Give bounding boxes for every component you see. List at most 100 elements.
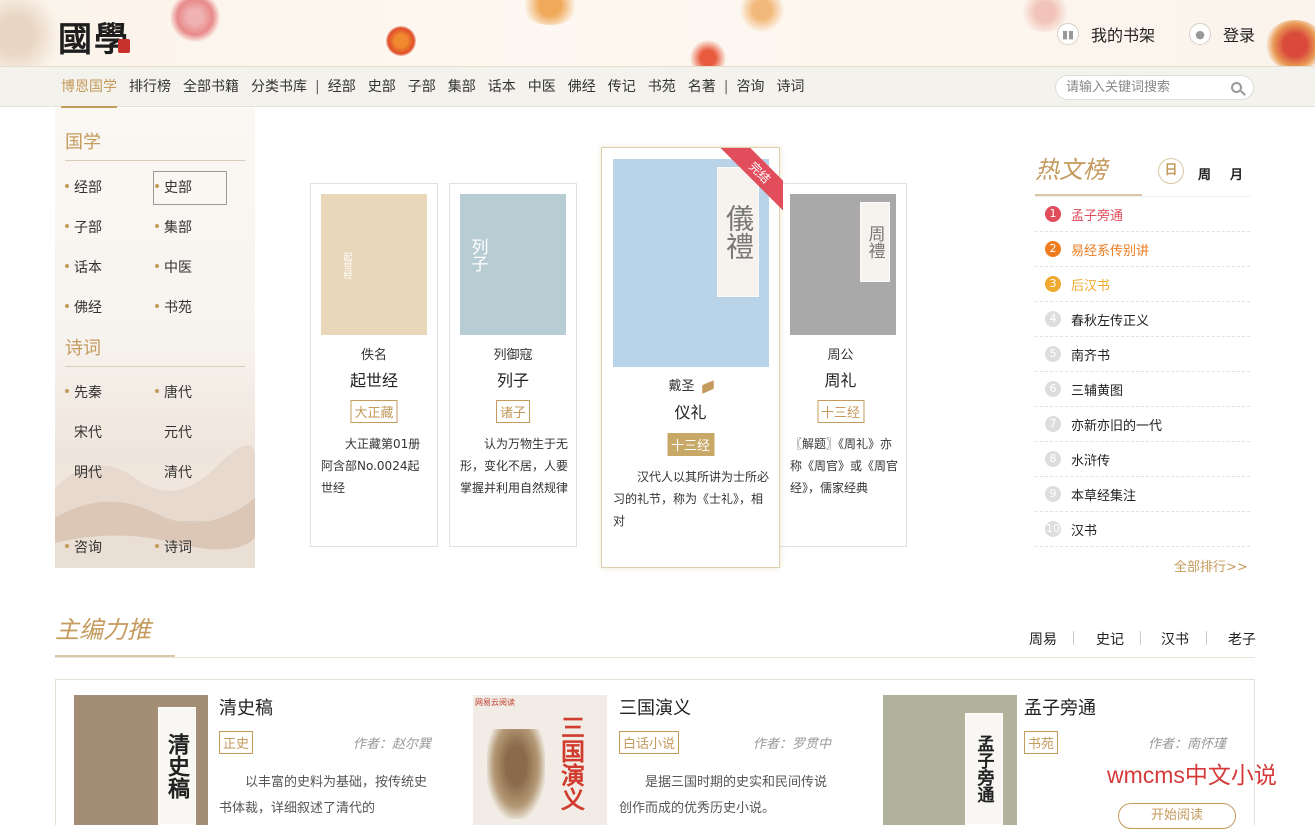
pick-title[interactable]: 清史稿	[219, 694, 273, 720]
sidebar-item-mingdai[interactable]: 明代	[74, 462, 102, 482]
tab-hanshu[interactable]: 汉书	[1161, 629, 1189, 649]
sidebar-item-zixun[interactable]: 咨询	[65, 537, 102, 557]
sidebar-item-shuyuan[interactable]: 书苑	[155, 297, 192, 317]
nav-item-jingbu[interactable]: 经部	[328, 76, 356, 98]
tab-separator	[1073, 631, 1074, 645]
rank-item[interactable]: 7 亦新亦旧的一代	[1035, 407, 1250, 442]
sidebar-title-guoxue: 国学	[65, 132, 101, 153]
divider	[65, 366, 245, 367]
nav-item-zhongyi[interactable]: 中医	[528, 76, 556, 98]
rank-title[interactable]: 春秋左传正义	[1071, 310, 1149, 329]
rank-title[interactable]: 南齐书	[1071, 345, 1110, 364]
pick-title[interactable]: 三国演义	[619, 694, 691, 720]
search-input[interactable]	[1066, 79, 1226, 94]
rank-item[interactable]: 5 南齐书	[1035, 337, 1250, 372]
rank-number-badge: 9	[1045, 486, 1061, 502]
rank-item[interactable]: 10 汉书	[1035, 512, 1250, 547]
sidebar-item-jibu[interactable]: 集部	[155, 217, 192, 237]
sidebar-item-label: 唐代	[164, 385, 192, 401]
nav-item-category[interactable]: 分类书库	[251, 76, 307, 98]
sidebar-item-tangdai[interactable]: 唐代	[155, 382, 192, 402]
rank-title[interactable]: 孟子旁通	[1071, 205, 1123, 224]
title-underline	[55, 655, 175, 657]
rank-title[interactable]: 后汉书	[1071, 275, 1110, 294]
rank-title[interactable]: 汉书	[1071, 520, 1097, 539]
bullet-icon	[65, 224, 69, 228]
rank-item[interactable]: 9 本草经集注	[1035, 477, 1250, 512]
sidebar-item-zhongyi[interactable]: 中医	[155, 257, 192, 277]
rank-item[interactable]: 4 春秋左传正义	[1035, 302, 1250, 337]
tab-month[interactable]: 月	[1230, 164, 1243, 183]
login-link[interactable]: ● 登录	[1189, 22, 1255, 46]
featured-book-card-active[interactable]: 儀禮 完结 戴圣 仪礼 十三经 汉代人以其所讲为士所必习的礼节，称为《士礼》，相…	[601, 147, 783, 568]
rank-item[interactable]: 1 孟子旁通	[1035, 197, 1250, 232]
sidebar-item-qingdai[interactable]: 清代	[164, 462, 192, 482]
sidebar-item-huaben[interactable]: 话本	[65, 257, 102, 277]
pick-cover[interactable]: 网易云阅读 三国演义	[473, 695, 607, 825]
featured-book-card[interactable]: 起世经 佚名 起世经 大正藏 大正藏第01册阿含部No.0024起世经	[310, 183, 438, 547]
featured-book-card[interactable]: 周禮 周公 周礼 十三经 〖解题〗《周礼》亦称《周官》或《周官经》，儒家经典	[778, 183, 907, 547]
pick-cover[interactable]: 孟子旁通	[883, 695, 1017, 825]
sidebar-item-yuandai[interactable]: 元代	[164, 422, 192, 442]
rank-number-badge: 8	[1045, 451, 1061, 467]
bullet-icon	[155, 304, 159, 308]
book-tag[interactable]: 十三经	[816, 400, 865, 423]
pick-cover[interactable]: 清史稿	[74, 695, 208, 825]
search-icon[interactable]	[1231, 82, 1242, 93]
tab-separator	[1140, 631, 1141, 645]
sidebar-item-xianqin[interactable]: 先秦	[65, 382, 102, 402]
book-title[interactable]: 起世经	[311, 367, 437, 391]
sidebar-item-songdai[interactable]: 宋代	[74, 422, 102, 442]
tab-zhouyi[interactable]: 周易	[1029, 629, 1057, 649]
rank-item[interactable]: 8 水浒传	[1035, 442, 1250, 477]
sidebar-item-jingbu[interactable]: 经部	[65, 177, 102, 197]
rank-item[interactable]: 6 三辅黄图	[1035, 372, 1250, 407]
rank-item[interactable]: 3 后汉书	[1035, 267, 1250, 302]
pick-title[interactable]: 孟子旁通	[1024, 694, 1096, 720]
nav-item-mingzhu[interactable]: 名著	[688, 76, 716, 98]
nav-item-shuyuan[interactable]: 书苑	[648, 76, 676, 98]
bookshelf-link[interactable]: ▮▮ 我的书架	[1057, 22, 1155, 46]
nav-item-zixun[interactable]: 咨询	[736, 76, 764, 98]
nav-item-zibu[interactable]: 子部	[408, 76, 436, 98]
book-tag[interactable]: 诸子	[495, 400, 531, 423]
sidebar-item-shici[interactable]: 诗词	[155, 537, 192, 557]
book-title[interactable]: 仪礼	[602, 399, 779, 423]
pick-tag[interactable]: 白话小说	[619, 731, 680, 754]
tab-week[interactable]: 周	[1198, 164, 1211, 183]
book-tag[interactable]: 大正藏	[350, 400, 398, 423]
nav-item-all-books[interactable]: 全部书籍	[183, 76, 239, 98]
book-title[interactable]: 周礼	[777, 367, 904, 391]
site-logo[interactable]: 國學	[58, 12, 130, 61]
nav-item-home[interactable]: 博恩国学	[61, 76, 117, 108]
all-ranking-link[interactable]: 全部排行>>	[1174, 556, 1248, 575]
nav-item-zhuanji[interactable]: 传记	[608, 76, 636, 98]
tab-shiji[interactable]: 史记	[1096, 629, 1124, 649]
nav-item-shibu[interactable]: 史部	[368, 76, 396, 98]
rank-title[interactable]: 三辅黄图	[1071, 380, 1123, 399]
sidebar-item-zibu[interactable]: 子部	[65, 217, 102, 237]
pick-tag[interactable]: 书苑	[1024, 731, 1059, 754]
tab-day[interactable]: 日	[1158, 158, 1184, 184]
nav-item-ranking[interactable]: 排行榜	[129, 76, 171, 98]
book-tag[interactable]: 十三经	[666, 433, 715, 456]
featured-book-card[interactable]: 列子 列御寇 列子 诸子 认为万物生于无形，变化不居，人要掌握并利用自然规律	[449, 183, 577, 547]
nav-item-huaben[interactable]: 话本	[488, 76, 516, 98]
sidebar-item-shibu[interactable]: 史部	[155, 177, 192, 197]
nav-item-shici[interactable]: 诗词	[776, 76, 804, 98]
rank-title[interactable]: 本草经集注	[1071, 485, 1136, 504]
rank-title[interactable]: 水浒传	[1071, 450, 1110, 469]
divider	[55, 657, 1255, 658]
nav-item-jibu[interactable]: 集部	[448, 76, 476, 98]
rank-title[interactable]: 亦新亦旧的一代	[1071, 415, 1162, 434]
sidebar-item-fojing[interactable]: 佛经	[65, 297, 102, 317]
pick-tag[interactable]: 正史	[219, 731, 254, 754]
start-reading-button[interactable]: 开始阅读	[1118, 803, 1236, 829]
nav-item-fojing[interactable]: 佛经	[568, 76, 596, 98]
sidebar-item-label: 咨询	[74, 540, 102, 556]
rank-item[interactable]: 2 易经系传别讲	[1035, 232, 1250, 267]
book-title[interactable]: 列子	[450, 367, 576, 391]
user-icon: ●	[1189, 23, 1211, 45]
tab-laozi[interactable]: 老子	[1228, 629, 1256, 649]
rank-title[interactable]: 易经系传别讲	[1071, 240, 1149, 259]
